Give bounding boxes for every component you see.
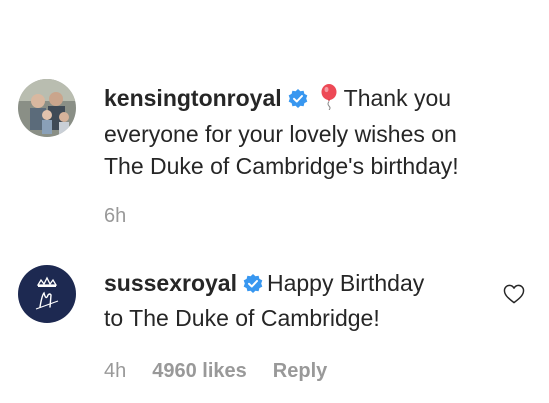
comment-timestamp[interactable]: 6h: [104, 205, 126, 227]
family-photo-icon: [18, 79, 76, 137]
comment-body-line1: Happy Birthday: [266, 270, 425, 296]
comment-body-line3: The Duke of Cambridge's birthday!: [104, 153, 459, 179]
avatar-kensingtonroyal[interactable]: [18, 79, 76, 137]
comment-meta: 6h: [104, 205, 126, 228]
sussex-monogram-icon: [18, 265, 76, 323]
comment-text: sussexroyal Happy Birthday to The Duke of…: [104, 267, 424, 334]
comment-body-line2: to The Duke of Cambridge!: [104, 305, 380, 331]
comment-sussexroyal: sussexroyal Happy Birthday to The Duke of…: [0, 240, 549, 403]
comment-body-line1: Thank you: [343, 85, 452, 111]
comment-timestamp[interactable]: 4h: [104, 360, 126, 382]
avatar-sussexroyal[interactable]: [18, 265, 76, 323]
comment-body-line2: everyone for your lovely wishes on: [104, 121, 457, 147]
verified-badge-icon: [288, 85, 308, 117]
username-kensingtonroyal[interactable]: kensingtonroyal: [104, 85, 282, 111]
balloon-icon: [320, 84, 338, 118]
heart-icon[interactable]: [503, 284, 525, 309]
verified-badge-icon: [243, 270, 263, 302]
likes-count[interactable]: 4960 likes: [152, 360, 247, 382]
comment-text: kensingtonroyal Thank you everyone for yo…: [104, 82, 459, 182]
comment-meta: 4h 4960 likes Reply: [104, 360, 327, 383]
comment-kensingtonroyal: kensingtonroyal Thank you everyone for yo…: [0, 0, 549, 240]
username-sussexroyal[interactable]: sussexroyal: [104, 270, 237, 296]
reply-button[interactable]: Reply: [273, 360, 327, 382]
